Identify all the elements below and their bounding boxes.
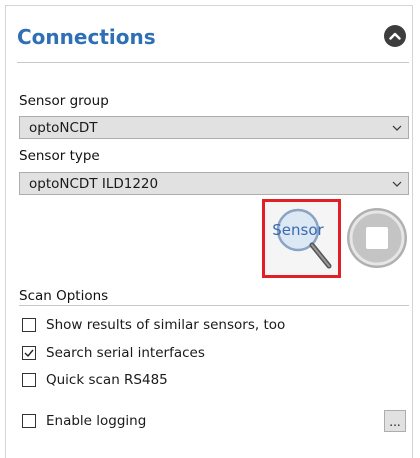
- option-serial-interfaces[interactable]: Search serial interfaces: [22, 345, 205, 361]
- sensor-group-value: optoNCDT: [29, 119, 98, 136]
- collapse-button[interactable]: [384, 25, 406, 47]
- option-label: Search serial interfaces: [46, 345, 205, 361]
- scan-options-label: Scan Options: [19, 288, 109, 304]
- sensor-type-label: Sensor type: [19, 148, 100, 164]
- option-label: Enable logging: [46, 413, 147, 429]
- option-label: Quick scan RS485: [46, 372, 168, 388]
- title-divider: [17, 62, 409, 63]
- sensor-type-value: optoNCDT ILD1220: [29, 175, 159, 192]
- sensor-icon-text: Sensor: [272, 221, 324, 239]
- option-similar-sensors[interactable]: Show results of similar sensors, too: [22, 317, 285, 333]
- panel-title: Connections: [17, 25, 156, 49]
- stop-icon: [347, 208, 407, 268]
- checkmark-icon: [24, 349, 34, 358]
- sensor-type-select[interactable]: optoNCDT ILD1220: [19, 172, 409, 195]
- sensor-scan-button[interactable]: Sensor: [262, 199, 341, 278]
- option-label: Show results of similar sensors, too: [46, 317, 286, 333]
- chevron-down-icon: [386, 125, 408, 131]
- option-enable-logging[interactable]: Enable logging: [22, 413, 146, 429]
- sensor-group-label: Sensor group: [19, 93, 109, 109]
- chevron-down-icon: [386, 181, 408, 187]
- magnifier-sensor-icon: Sensor: [272, 208, 331, 268]
- scan-options-divider: [19, 305, 409, 306]
- checkbox[interactable]: [22, 373, 36, 387]
- chevron-up-icon: [389, 32, 401, 40]
- checkbox[interactable]: [22, 414, 36, 428]
- checkbox[interactable]: [22, 318, 36, 332]
- logging-browse-button[interactable]: ...: [384, 410, 406, 432]
- sensor-group-select[interactable]: optoNCDT: [19, 116, 409, 139]
- option-quick-scan[interactable]: Quick scan RS485: [22, 372, 168, 388]
- checkbox-checked[interactable]: [22, 346, 36, 360]
- stop-scan-button[interactable]: [344, 202, 410, 274]
